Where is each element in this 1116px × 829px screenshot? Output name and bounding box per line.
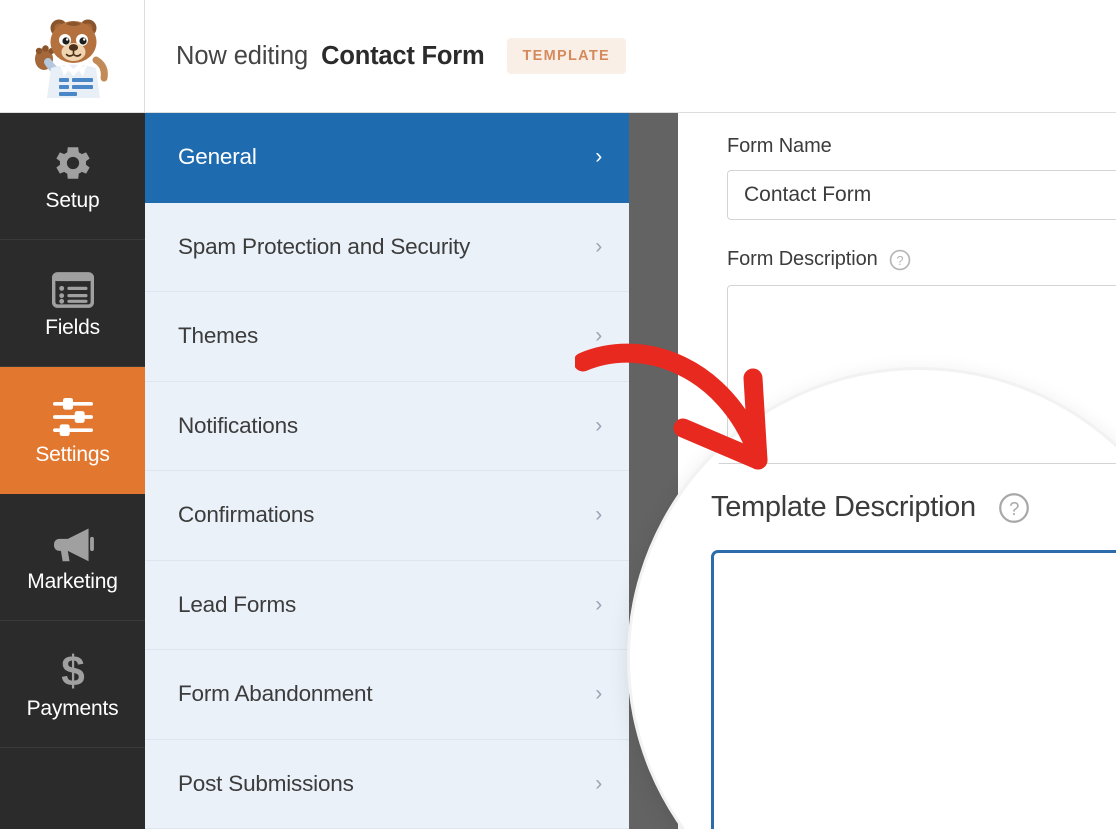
settings-nav-label: Confirmations	[178, 502, 315, 528]
sliders-icon	[51, 394, 95, 440]
question-circle-icon[interactable]: ?	[998, 492, 1030, 524]
sidebar-item-marketing[interactable]: Marketing	[0, 494, 145, 621]
settings-nav-post-submissions[interactable]: Post Submissions ›	[145, 740, 629, 829]
app-header: Now editing Contact Form TEMPLATE	[0, 0, 1116, 113]
settings-nav-label: Notifications	[178, 412, 298, 438]
chevron-right-icon: ›	[595, 413, 602, 437]
status-badge: TEMPLATE	[506, 38, 626, 74]
form-name-label-row: Form Name	[727, 135, 1116, 158]
sidebar-item-label: Settings	[35, 442, 110, 466]
template-description-label: Template Description	[711, 491, 976, 523]
sidebar-item-label: Setup	[45, 188, 100, 212]
header-title-group: Now editing Contact Form TEMPLATE	[145, 0, 626, 113]
wpforms-logo[interactable]	[0, 0, 145, 113]
sidebar-item-label: Fields	[45, 315, 100, 339]
chevron-right-icon: ›	[595, 771, 602, 795]
svg-text:$: $	[61, 649, 84, 693]
page-title: Contact Form	[321, 41, 485, 70]
settings-nav-label: Spam Protection and Security	[178, 233, 471, 259]
dollar-sign-icon: $	[58, 648, 88, 694]
builder-sidebar: Setup Fields Settings Marketing $ Paymen…	[0, 113, 145, 829]
wpforms-form-builder: Now editing Contact Form TEMPLATE Setup	[0, 0, 1116, 829]
now-editing-label: Now editing	[176, 41, 309, 70]
settings-nav-form-abandonment[interactable]: Form Abandonment ›	[145, 650, 629, 740]
sidebar-item-label: Payments	[26, 696, 119, 720]
chevron-right-icon: ›	[595, 145, 602, 169]
settings-nav-panel: General › Spam Protection and Security ›…	[145, 113, 629, 829]
sidebar-item-setup[interactable]: Setup	[0, 113, 145, 240]
magnified-form-description-textarea[interactable]	[711, 379, 1116, 464]
gear-icon	[52, 140, 94, 186]
settings-nav-themes[interactable]: Themes ›	[145, 292, 629, 382]
settings-nav-general[interactable]: General ›	[145, 113, 629, 203]
chevron-right-icon: ›	[595, 324, 602, 348]
chevron-right-icon: ›	[595, 503, 602, 527]
form-description-label: Form Description	[727, 248, 878, 270]
form-description-label-row: Form Description ?	[727, 248, 1116, 271]
sidebar-filler	[0, 748, 145, 826]
svg-text:?: ?	[1009, 498, 1019, 519]
svg-text:?: ?	[896, 253, 903, 267]
chevron-right-icon: ›	[595, 592, 602, 616]
sidebar-item-payments[interactable]: $ Payments	[0, 621, 145, 748]
sidebar-item-settings[interactable]: Settings	[0, 367, 145, 494]
chevron-right-icon: ›	[595, 234, 602, 258]
question-circle-icon[interactable]: ?	[889, 249, 911, 271]
settings-nav-label: Post Submissions	[178, 770, 354, 796]
template-description-label-row: Template Description ?	[711, 491, 1030, 524]
form-name-input[interactable]	[727, 170, 1116, 220]
megaphone-icon	[50, 521, 96, 567]
form-name-label: Form Name	[727, 135, 832, 157]
settings-nav-spam-protection-and-security[interactable]: Spam Protection and Security ›	[145, 203, 629, 292]
settings-nav-notifications[interactable]: Notifications ›	[145, 382, 629, 471]
wpforms-bear-mascot-logo-icon	[26, 10, 118, 102]
settings-nav-confirmations[interactable]: Confirmations ›	[145, 471, 629, 561]
template-description-textarea[interactable]	[711, 550, 1116, 829]
settings-nav-label: General	[178, 144, 257, 170]
list-box-icon	[51, 267, 94, 313]
sidebar-item-label: Marketing	[27, 569, 118, 593]
sidebar-item-fields[interactable]: Fields	[0, 240, 145, 367]
settings-nav-lead-forms[interactable]: Lead Forms ›	[145, 561, 629, 650]
magnifier-lens: Template Description ?	[639, 379, 1116, 829]
settings-nav-label: Lead Forms	[178, 591, 297, 617]
chevron-right-icon: ›	[595, 682, 602, 706]
settings-nav-label: Themes	[178, 323, 259, 349]
magnifier-content: Template Description ?	[639, 379, 1116, 829]
settings-nav-label: Form Abandonment	[178, 681, 373, 707]
